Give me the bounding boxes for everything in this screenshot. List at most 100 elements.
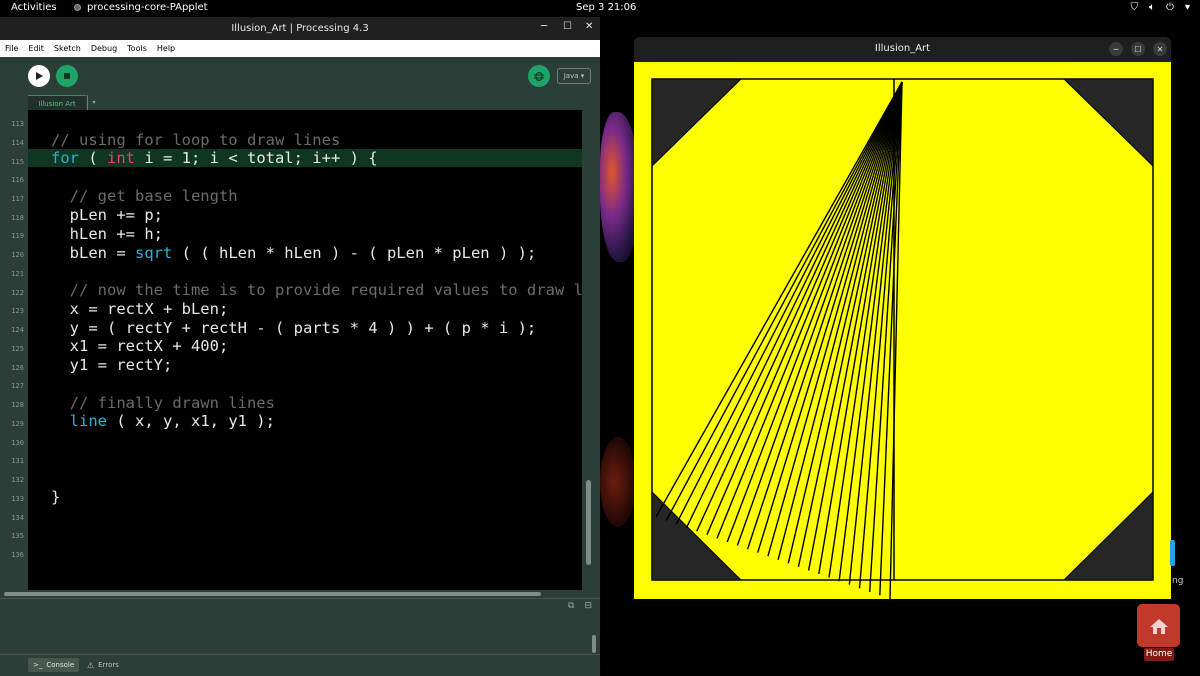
line-number: 129 (11, 420, 24, 428)
stop-icon (64, 73, 70, 79)
errors-button[interactable]: ⚠ Errors (82, 658, 124, 672)
close-icon[interactable]: ✕ (1153, 42, 1167, 56)
line-number: 132 (11, 476, 24, 484)
errors-label: Errors (98, 661, 119, 669)
menu-file[interactable]: File (0, 44, 23, 53)
code-line: x1 = rectX + 400; (51, 337, 229, 355)
menu-bar: File Edit Sketch Debug Tools Help (0, 40, 600, 57)
code-token: line (69, 412, 107, 430)
sketch-tabs: Illusion Art ▾ (0, 95, 600, 111)
editor-vertical-scrollbar[interactable] (582, 110, 600, 590)
line-number: 115 (11, 158, 24, 166)
code-editor[interactable]: // using for loop to draw lines for ( in… (28, 110, 582, 590)
sketch-titlebar[interactable]: Illusion_Art ─ ☐ ✕ (634, 37, 1171, 62)
code-token: y = ( rectY + rectH - ( parts * 4 ) ) + … (51, 319, 537, 337)
sketch-canvas (634, 62, 1171, 599)
debugger-button[interactable] (528, 65, 550, 87)
line-number: 121 (11, 270, 24, 278)
code-line: // get base length (51, 187, 238, 205)
clear-icon[interactable]: ⊟ (584, 601, 592, 611)
power-icon: ⏻ (1166, 2, 1174, 13)
line-number: 135 (11, 532, 24, 540)
app-menu[interactable]: processing-core-PApplet (74, 2, 208, 13)
chevron-down-icon: ▾ (578, 72, 585, 80)
line-number: 127 (11, 382, 24, 390)
menu-tools[interactable]: Tools (122, 44, 152, 53)
line-number: 131 (11, 457, 24, 465)
clock[interactable]: Sep 3 21:06 (576, 2, 636, 13)
system-tray[interactable]: ⛉ 🔈︎ ⏻ ▾ (1131, 1, 1190, 15)
line-number: 128 (11, 401, 24, 409)
code-token: ( ( hLen * hLen ) - ( pLen * pLen ) ); (172, 244, 537, 262)
menu-edit[interactable]: Edit (23, 44, 49, 53)
copy-icon[interactable]: ⧉ (568, 601, 574, 611)
line-number: 120 (11, 251, 24, 259)
ide-title: Illusion_Art | Processing 4.3 (231, 23, 369, 34)
maximize-icon[interactable]: ☐ (1131, 42, 1145, 56)
sketch-window: Illusion_Art ─ ☐ ✕ (634, 37, 1171, 599)
console-scrollbar[interactable] (592, 635, 596, 653)
code-token: x = rectX + bLen; (51, 300, 229, 318)
ide-titlebar[interactable]: Illusion_Art | Processing 4.3 ─ ☐ ✕ (0, 17, 600, 40)
run-button[interactable] (28, 65, 50, 87)
bug-icon (534, 71, 544, 82)
code-line: for ( int i = 1; i < total; i++ ) { (51, 149, 378, 167)
code-token: y1 = rectY; (51, 356, 173, 374)
line-number: 130 (11, 439, 24, 447)
home-folder[interactable]: Home (1137, 604, 1180, 662)
line-number: 114 (11, 139, 24, 147)
play-icon (36, 72, 43, 80)
scrollbar-thumb[interactable] (4, 592, 541, 596)
close-icon[interactable]: ✕ (585, 21, 593, 32)
app-icon (74, 4, 81, 11)
code-token: } (51, 488, 61, 506)
processing-ide-window: Illusion_Art | Processing 4.3 ─ ☐ ✕ File… (0, 17, 600, 676)
code-token: // finally drawn lines (51, 394, 275, 412)
code-line: // now the time is to provide required v… (51, 281, 582, 299)
code-token: hLen += h; (51, 225, 163, 243)
code-token: // using for loop to draw lines (51, 131, 341, 149)
ide-toolbar: Java ▾ (0, 57, 600, 95)
home-icon (1149, 618, 1168, 634)
console-panel[interactable]: ⧉ ⊟ (0, 598, 600, 657)
code-token: // now the time is to provide required v… (51, 281, 582, 299)
line-number: 118 (11, 214, 24, 222)
dock-edge-indicator (1170, 540, 1175, 566)
scrollbar-thumb[interactable] (586, 480, 591, 565)
ide-status-bar: >_ Console ⚠ Errors (0, 654, 600, 676)
line-number-gutter: 113 114 115 116 117 118 119 120 121 122 … (0, 110, 28, 590)
minimize-icon[interactable]: ─ (541, 21, 547, 32)
line-number: 125 (11, 345, 24, 353)
tab-illusion-art[interactable]: Illusion Art (28, 95, 86, 111)
app-name: processing-core-PApplet (87, 2, 208, 13)
code-token: sqrt (135, 244, 173, 262)
menu-debug[interactable]: Debug (86, 44, 122, 53)
code-line: y = ( rectY + rectH - ( parts * 4 ) ) + … (51, 319, 537, 337)
line-number: 113 (11, 120, 24, 128)
chevron-down-icon: ▾ (1184, 2, 1190, 13)
code-line: x = rectX + bLen; (51, 300, 229, 318)
minimize-icon[interactable]: ─ (1109, 42, 1123, 56)
network-icon: ⛉ (1130, 2, 1139, 13)
editor-horizontal-scrollbar[interactable] (0, 590, 600, 598)
line-number: 116 (11, 176, 24, 184)
menu-help[interactable]: Help (152, 44, 180, 53)
menu-sketch[interactable]: Sketch (49, 44, 86, 53)
sketch-title: Illusion_Art (874, 43, 931, 54)
maximize-icon[interactable]: ☐ (563, 21, 572, 32)
code-token: ( (79, 149, 107, 167)
home-label: Home (1144, 648, 1174, 661)
code-token: bLen = (51, 244, 135, 262)
stop-button[interactable] (56, 65, 78, 87)
code-token: i = 1; i < total; i++ ) { (135, 149, 378, 167)
code-token: for (51, 149, 79, 167)
line-number: 123 (11, 307, 24, 315)
console-button[interactable]: >_ Console (28, 658, 80, 672)
code-line: bLen = sqrt ( ( hLen * hLen ) - ( pLen *… (51, 244, 537, 262)
code-line: pLen += p; (51, 206, 163, 224)
mode-selector[interactable]: Java ▾ (557, 68, 591, 84)
tab-menu-button[interactable]: ▾ (87, 95, 100, 110)
line-number: 119 (11, 232, 24, 240)
activities-button[interactable]: Activities (11, 2, 57, 13)
code-token: ( x, y, x1, y1 ); (107, 412, 275, 430)
